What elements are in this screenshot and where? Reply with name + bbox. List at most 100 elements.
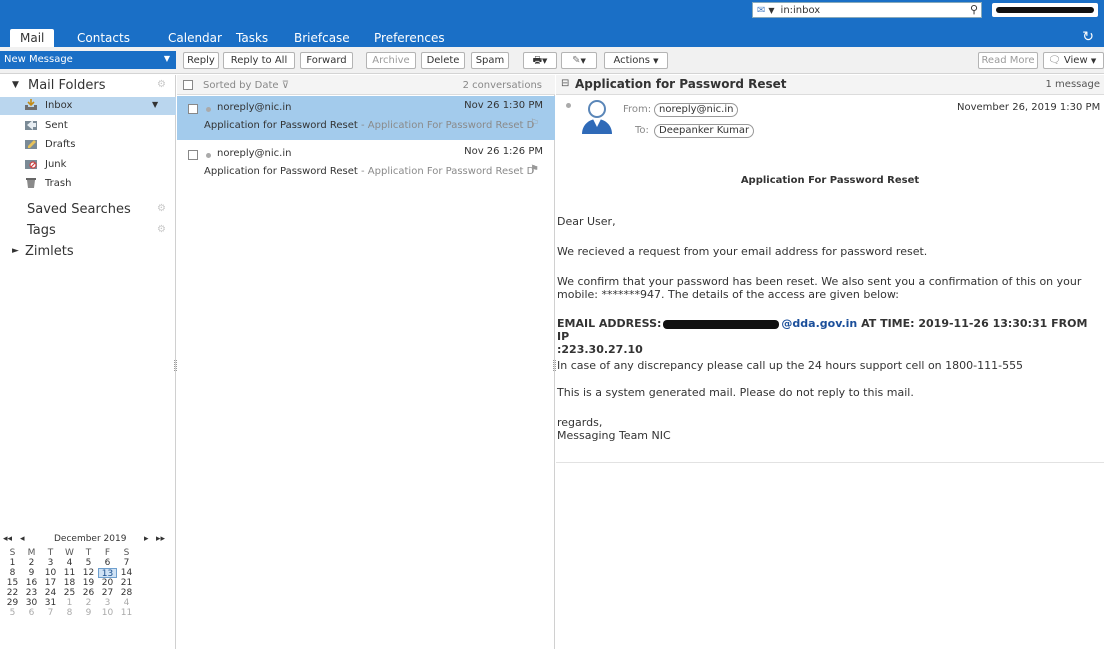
chevron-down-icon[interactable]: ▼ [164,54,170,63]
list-item[interactable]: noreply@nic.in Nov 26 1:26 PM Applicatio… [177,142,555,186]
search-input[interactable]: ✉ ▼ in:inbox [752,2,982,18]
chevron-down-icon: ▼ [653,57,659,65]
calendar-day[interactable]: 18 [60,578,79,588]
from-label: From: [623,104,652,115]
calendar-day[interactable]: 14 [117,568,136,578]
calendar-day[interactable]: 10 [41,568,60,578]
tab-contacts[interactable]: Contacts [77,31,130,45]
calendar-day[interactable]: 9 [22,568,41,578]
read-status-dot-icon[interactable] [566,103,571,108]
calendar-day[interactable]: 5 [79,558,98,568]
next-month-icon[interactable]: ▸ [144,534,149,544]
calendar-day[interactable]: 15 [3,578,22,588]
read-more-button[interactable]: Read More [978,52,1038,69]
sort-label[interactable]: Sorted by Date ⊽ [203,80,289,91]
unread-dot-icon[interactable] [206,107,211,112]
tab-preferences[interactable]: Preferences [374,31,445,45]
calendar-day[interactable]: 5 [3,608,22,618]
calendar-day[interactable]: 8 [60,608,79,618]
calendar-day[interactable]: 13 [98,568,117,579]
from-address-chip[interactable]: noreply@nic.in [654,103,739,117]
gear-icon[interactable]: ⚙ [157,224,166,235]
sidebar-item-trash[interactable]: Trash [0,175,176,193]
spam-button[interactable]: Spam [471,52,509,69]
refresh-icon[interactable]: ↻ [1082,29,1094,45]
calendar-day[interactable]: 4 [117,598,136,608]
tab-tasks[interactable]: Tasks [236,31,268,45]
calendar-day[interactable]: 27 [98,588,117,598]
calendar-day[interactable]: 4 [60,558,79,568]
chevron-down-icon[interactable]: ▼ [768,6,774,15]
calendar-day[interactable]: 30 [22,598,41,608]
calendar-day[interactable]: 12 [79,568,98,578]
tab-briefcase[interactable]: Briefcase [294,31,350,45]
next-year-icon[interactable]: ▸▸ [156,534,165,544]
calendar-day[interactable]: 20 [98,578,117,588]
sidebar-item-sent[interactable]: Sent [0,117,176,135]
new-message-button[interactable]: New Message ▼ [0,51,176,69]
tab-mail[interactable]: Mail [10,29,55,47]
reply-all-button[interactable]: Reply to All [223,52,295,69]
calendar-day[interactable]: 10 [98,608,117,618]
calendar-day[interactable]: 23 [22,588,41,598]
calendar-day[interactable]: 6 [22,608,41,618]
search-icon[interactable]: ⚲ [966,2,982,18]
unread-dot-icon[interactable] [206,153,211,158]
tab-calendar[interactable]: Calendar [168,31,222,45]
calendar-day[interactable]: 19 [79,578,98,588]
calendar-day[interactable]: 24 [41,588,60,598]
calendar-day[interactable]: 1 [3,558,22,568]
user-account-menu[interactable] [992,3,1098,17]
prev-year-icon[interactable]: ◂◂ [3,534,12,544]
calendar-day[interactable]: 28 [117,588,136,598]
calendar-day[interactable]: 16 [22,578,41,588]
calendar-day[interactable]: 29 [3,598,22,608]
collapse-icon[interactable]: ▼ [12,80,19,90]
archive-button[interactable]: Archive [366,52,416,69]
calendar-day[interactable]: 1 [60,598,79,608]
actions-button[interactable]: Actions ▼ [604,52,668,69]
calendar-day[interactable]: 31 [41,598,60,608]
print-button[interactable]: 🖶▼ [523,52,557,69]
to-address-chip[interactable]: Deepanker Kumar [654,124,755,138]
email-label: EMAIL ADDRESS: [557,317,662,330]
message-sender: noreply@nic.in [217,102,292,113]
calendar-day[interactable]: 17 [41,578,60,588]
chevron-down-icon[interactable]: ▼ [152,100,158,109]
prev-month-icon[interactable]: ◂ [20,534,25,544]
view-button[interactable]: 🗨 View ▼ [1043,52,1104,69]
row-checkbox[interactable] [188,104,198,114]
calendar-day[interactable]: 3 [98,598,117,608]
flag-icon[interactable]: ⚐ [530,118,539,129]
row-checkbox[interactable] [188,150,198,160]
calendar-day[interactable]: 2 [22,558,41,568]
select-all-checkbox[interactable] [183,80,193,90]
expand-icon[interactable]: ► [12,246,19,256]
calendar-day[interactable]: 11 [117,608,136,618]
calendar-day[interactable]: 8 [3,568,22,578]
list-item[interactable]: noreply@nic.in Nov 26 1:30 PM Applicatio… [177,96,555,140]
calendar-day[interactable]: 11 [60,568,79,578]
sidebar-item-inbox[interactable]: Inbox ▼ [0,97,176,115]
calendar-day[interactable]: 7 [41,608,60,618]
flag-icon[interactable]: ⚑ [530,164,539,175]
sidebar-item-junk[interactable]: Junk [0,156,176,174]
calendar-day[interactable]: 9 [79,608,98,618]
calendar-day[interactable]: 7 [117,558,136,568]
calendar-day[interactable]: 21 [117,578,136,588]
collapse-icon[interactable]: ⊟ [561,78,569,89]
calendar-day[interactable]: 3 [41,558,60,568]
reply-button[interactable]: Reply [183,52,219,69]
calendar-day[interactable]: 2 [79,598,98,608]
tag-button[interactable]: ✎▼ [561,52,597,69]
delete-button[interactable]: Delete [421,52,465,69]
calendar-day[interactable]: 25 [60,588,79,598]
email-domain-link[interactable]: @dda.gov.in [781,317,857,330]
calendar-day[interactable]: 22 [3,588,22,598]
sidebar-item-drafts[interactable]: Drafts [0,136,176,154]
forward-button[interactable]: Forward [300,52,353,69]
calendar-day[interactable]: 6 [98,558,117,568]
calendar-day[interactable]: 26 [79,588,98,598]
gear-icon[interactable]: ⚙ [157,203,166,214]
gear-icon[interactable]: ⚙ [157,79,166,90]
